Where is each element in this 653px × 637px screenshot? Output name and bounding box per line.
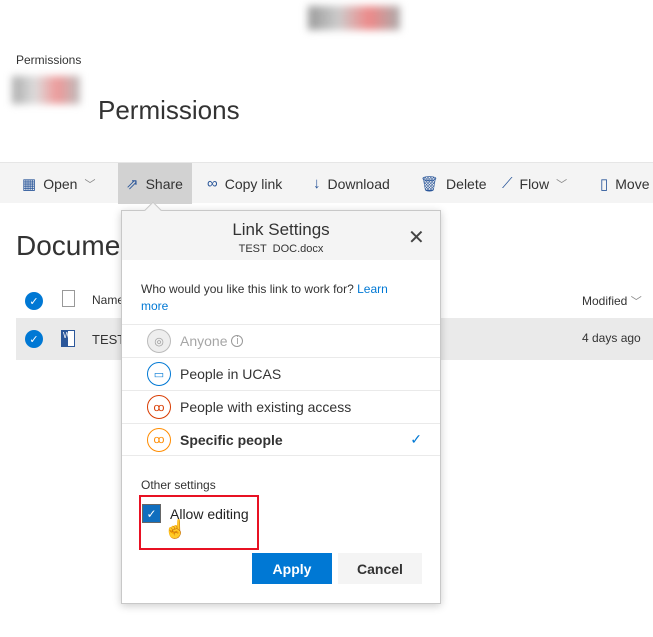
allow-editing-checkbox[interactable]: ✓ xyxy=(142,504,161,523)
people-add-icon: ꝏ xyxy=(147,427,171,452)
dialog-header: Link Settings TEST DOC.docx xyxy=(122,211,440,260)
globe-icon: ◎ xyxy=(147,329,171,353)
option-label: Anyone xyxy=(180,333,228,349)
cancel-button[interactable]: Cancel xyxy=(338,553,422,584)
download-label: Download xyxy=(327,175,390,192)
share-label: Share xyxy=(145,175,183,192)
column-name[interactable]: Name xyxy=(92,293,124,307)
checkmark-icon: ✓ xyxy=(410,431,422,447)
trash-icon: 🗑 xyxy=(420,175,440,193)
briefcase-icon: ▭ xyxy=(147,362,171,386)
select-all-checkbox[interactable]: ✓ xyxy=(25,292,43,310)
tenant-logo xyxy=(308,6,400,30)
close-icon[interactable]: ✕ xyxy=(408,225,425,250)
flow-icon: ⟋ xyxy=(502,175,513,192)
move-icon: ▯ xyxy=(600,175,609,193)
people-lock-icon: ꝏ xyxy=(147,395,171,419)
copy-link-button[interactable]: ∞ Copy link xyxy=(199,163,290,204)
word-icon: ▦ xyxy=(22,175,37,193)
move-label: Move xyxy=(615,175,650,192)
chevron-down-icon: ﹀ xyxy=(630,296,642,308)
chevron-down-icon: ﹀ xyxy=(84,178,96,191)
breadcrumb[interactable]: Permissions xyxy=(16,53,81,67)
file-name[interactable]: TEST DOC.docx xyxy=(92,332,122,347)
option-label: Specific people xyxy=(180,431,283,448)
link-icon: ∞ xyxy=(207,175,218,192)
file-type-icon xyxy=(62,290,75,307)
flow-button[interactable]: ⟋ Flow ﹀ xyxy=(494,163,575,204)
site-logo xyxy=(12,76,80,104)
word-file-icon: W xyxy=(61,330,75,347)
option-label: People with existing access xyxy=(180,399,352,415)
command-bar: ▦ Open ﹀ ⇗ Share ∞ Copy link ↓ Download 🗑 Dele… xyxy=(0,162,653,204)
delete-label: Delete xyxy=(446,175,487,192)
share-icon: ⇗ xyxy=(126,175,139,193)
option-anyone[interactable]: ◎ Anyone i xyxy=(122,324,440,357)
download-button[interactable]: ↓ Download xyxy=(305,163,398,204)
download-icon: ↓ xyxy=(313,175,321,192)
option-people-in-org[interactable]: ▭ People in UCAS xyxy=(122,357,440,390)
share-button[interactable]: ⇗ Share xyxy=(118,163,192,204)
dialog-filename: TEST DOC.docx xyxy=(238,243,324,255)
other-settings-label: Other settings xyxy=(141,478,216,492)
move-button[interactable]: ▯ Move xyxy=(592,163,653,204)
open-label: Open xyxy=(43,175,78,192)
flow-label: Flow xyxy=(519,175,550,192)
info-icon: i xyxy=(231,335,244,347)
file-modified: 4 days ago xyxy=(582,331,641,345)
column-modified-label: Modified xyxy=(582,294,628,308)
chevron-down-icon: ﹀ xyxy=(556,178,568,191)
hand-cursor-icon: ☝ xyxy=(164,519,187,539)
copy-link-label: Copy link xyxy=(224,175,283,192)
open-button[interactable]: ▦ Open ﹀ xyxy=(14,163,103,204)
link-settings-dialog: Link Settings TEST DOC.docx ✕ Who would … xyxy=(121,210,441,604)
question-text: Who would you like this link to work for… xyxy=(141,282,354,296)
row-checkbox[interactable]: ✓ xyxy=(25,330,43,348)
apply-button[interactable]: Apply xyxy=(252,553,332,584)
dialog-title: Link Settings xyxy=(232,220,330,239)
dialog-question: Who would you like this link to work for… xyxy=(141,281,411,315)
page-title: Permissions xyxy=(98,95,240,125)
option-label: People in UCAS xyxy=(180,366,282,382)
option-specific-people[interactable]: ꝏ Specific people ✓ xyxy=(122,423,440,456)
option-existing-access[interactable]: ꝏ People with existing access xyxy=(122,390,440,423)
column-modified[interactable]: Modified ﹀ xyxy=(582,293,642,309)
delete-button[interactable]: 🗑 Delete xyxy=(412,163,495,204)
